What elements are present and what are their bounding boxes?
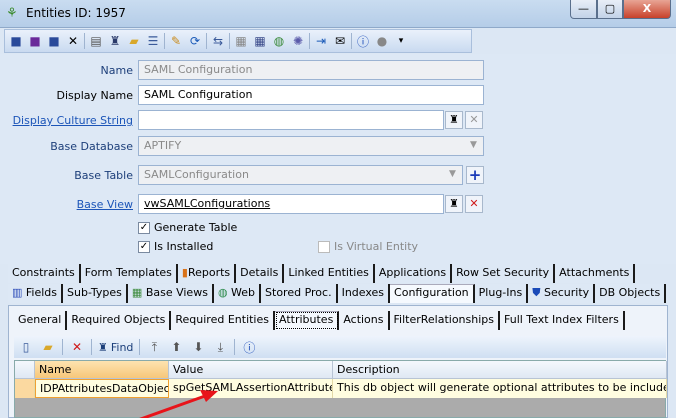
annotation-arrow [139, 390, 218, 418]
arrow-shaft [139, 394, 206, 418]
